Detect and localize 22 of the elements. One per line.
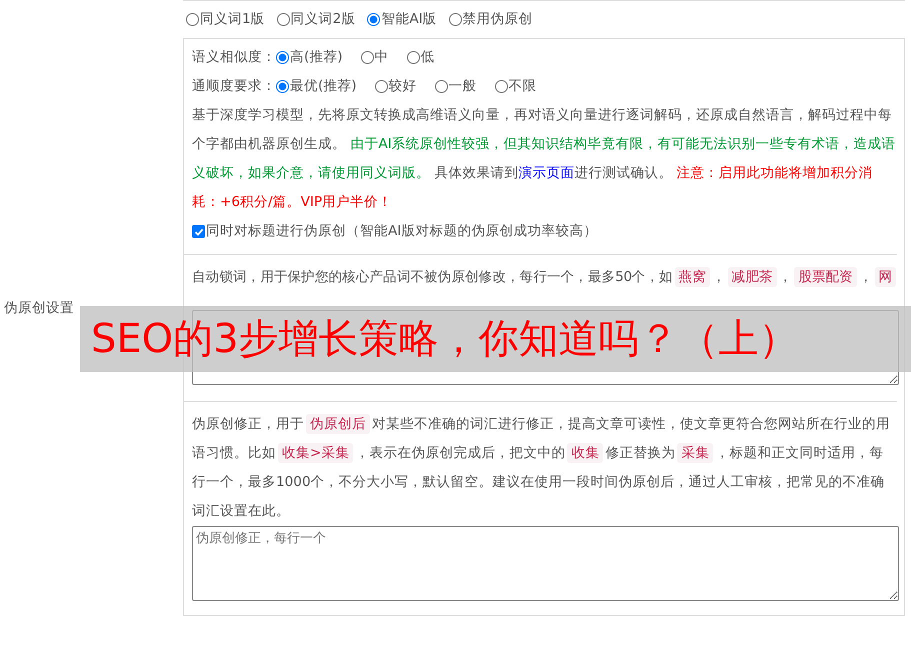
check-icon: [194, 226, 204, 236]
radio-option[interactable]: 不限: [494, 72, 537, 101]
radio-option[interactable]: 智能AI版: [367, 9, 437, 30]
setting-label: 通顺度要求：: [192, 77, 276, 96]
lock-words-description: 自动锁词，用于保护您的核心产品词不被伪原创修改，每行一个，最多50个，如 燕窝 ， 减肥茶 ， 股票配资 ， 网: [192, 263, 897, 292]
radio-option[interactable]: 高(推荐): [276, 43, 343, 72]
section-label: 伪原创设置: [4, 298, 74, 318]
radio-option[interactable]: 同义词1版: [186, 9, 265, 30]
headline-overlay: SEO的3步增长策略，你知道吗？（上）: [80, 306, 911, 372]
radio-option[interactable]: 同义词2版: [276, 9, 356, 30]
radio-option[interactable]: 最优(推荐): [276, 72, 357, 101]
setting-label: 语义相似度：: [192, 48, 276, 67]
radio-option[interactable]: 一般: [434, 72, 477, 101]
radio-option[interactable]: 中: [360, 43, 389, 72]
correction-input[interactable]: 伪原创修正，每行一个: [192, 526, 899, 601]
demo-page-link[interactable]: 演示页面: [518, 165, 574, 181]
title-checkbox[interactable]: 同时对标题进行伪原创（智能AI版对标题的伪原创成功率较高）: [192, 217, 598, 246]
description-text: 基于深度学习模型，先将原文转换成高维语义向量，再对语义向量进行逐词解码，还原成自然语言，解码过程中每个字都由机器原创生成。 由于AI系统原创性较强，但其知识结构毕竟有限，有可能无法识别一些专有术语，造成语义破坏，如果介意，请使用同义词版。 具体效果请到演示页面进行测试确认。 注意：启用此功能将增加积分消耗：+6积分/篇。VIP用户半价！: [192, 106, 897, 212]
radio-option[interactable]: 低: [406, 43, 435, 72]
radio-option[interactable]: 较好: [374, 72, 417, 101]
correction-description: 伪原创修正，用于 伪原创后 对某些不准确的词汇进行修正，提高文章可读性，使文章更符合您网站所在行业的用语习惯。比如 收集>采集 ，表示在伪原创完成后，把文中的 收集 修正替换为 采集 ，标题和正文同时适用，每行一个，最多1000个，不分大小写，默认留空。建议在使用一段时间伪原创后，通过人工审核，把常见的不准确词汇设置在此。: [192, 413, 891, 521]
radio-option[interactable]: 禁用伪原创: [448, 9, 533, 30]
